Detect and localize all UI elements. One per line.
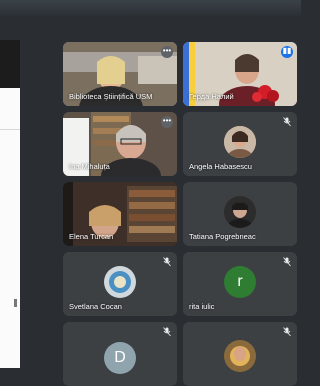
avatar-photo	[224, 196, 256, 228]
shared-screen-header	[0, 40, 20, 88]
shared-screen-pane[interactable]	[0, 40, 20, 368]
participant-name: Ina Mihaluța	[69, 162, 110, 171]
participant-tile[interactable]: Angela Habasescu	[183, 112, 297, 176]
avatar	[224, 340, 256, 372]
participant-name: Tatiana Pogrebneac	[189, 232, 256, 241]
audio-active-icon: ▮▮	[281, 46, 293, 58]
avatar: r	[224, 266, 256, 298]
participant-tile[interactable]: r rita iulic	[183, 252, 297, 316]
avatar	[224, 126, 256, 158]
avatar	[104, 266, 136, 298]
avatar-photo	[104, 266, 136, 298]
avatar-photo	[224, 126, 256, 158]
avatar-photo	[224, 340, 256, 372]
participant-name: rita iulic	[189, 302, 215, 311]
divider	[0, 129, 20, 130]
participant-name: Angela Habasescu	[189, 162, 252, 171]
participant-tile[interactable]: D	[63, 322, 177, 386]
avatar: D	[104, 342, 136, 374]
participant-name: Герда Налий	[189, 92, 234, 101]
participant-tile[interactable]: Tatiana Pogrebneac	[183, 182, 297, 246]
participant-tile[interactable]: ••• Biblioteca Științifică USM	[63, 42, 177, 106]
participant-tile[interactable]: Svetlana Cocan	[63, 252, 177, 316]
more-options-icon[interactable]: •••	[161, 46, 173, 58]
mic-off-icon	[283, 117, 291, 127]
participant-tile[interactable]	[183, 322, 297, 386]
participant-name: Biblioteca Științifică USM	[69, 92, 153, 101]
participant-tile[interactable]: ▮▮ Герда Налий	[183, 42, 297, 106]
mic-off-icon	[283, 327, 291, 337]
participant-name: Svetlana Cocan	[69, 302, 122, 311]
window-top-strip	[0, 0, 301, 16]
mic-off-icon	[163, 327, 171, 337]
more-options-icon[interactable]: •••	[161, 116, 173, 128]
participant-tile[interactable]: ••• Ina Mihaluța	[63, 112, 177, 176]
avatar	[224, 196, 256, 228]
participant-tile[interactable]: Elena Turcan	[63, 182, 177, 246]
mic-off-icon	[163, 257, 171, 267]
participant-name: Elena Turcan	[69, 232, 114, 241]
text-cursor	[14, 299, 17, 307]
mic-off-icon	[283, 257, 291, 267]
